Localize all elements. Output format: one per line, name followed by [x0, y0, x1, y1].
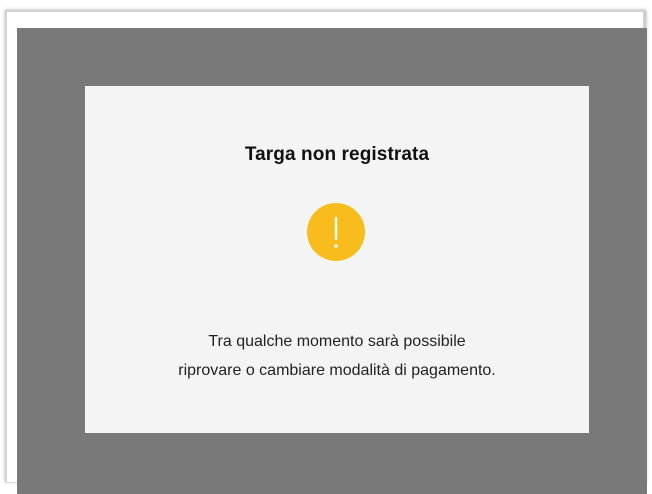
modal-overlay: Targa non registrata Tra qualche momento…: [17, 28, 647, 494]
screen-frame: Targa non registrata Tra qualche momento…: [5, 10, 647, 494]
error-dialog: Targa non registrata Tra qualche momento…: [85, 86, 589, 433]
dialog-message-line-2: riprovare o cambiare modalità di pagamen…: [178, 362, 496, 379]
dialog-title: Targa non registrata: [244, 144, 430, 165]
dialog-message-line-1: Tra qualche momento sarà possibile: [208, 333, 466, 350]
dialog-message: Tra qualche momento sarà possibile ripro…: [85, 327, 589, 385]
warning-icon: [307, 203, 365, 261]
